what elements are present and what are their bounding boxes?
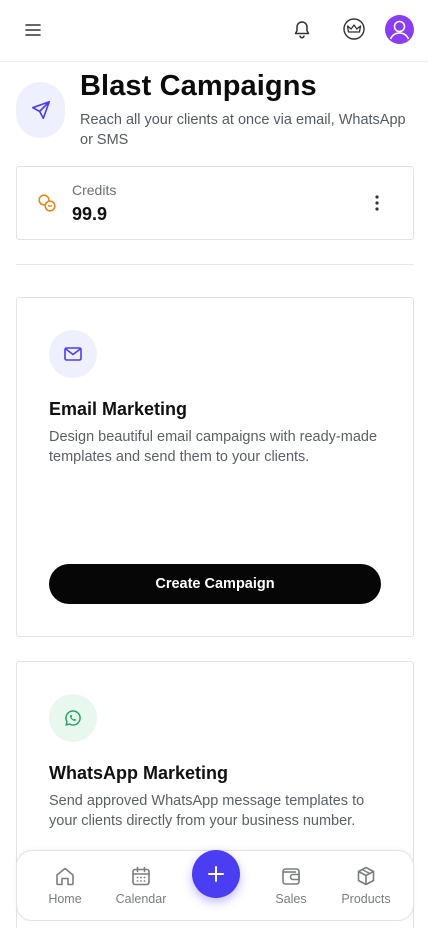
coins-icon	[37, 193, 57, 213]
nav-item-home[interactable]: Home	[30, 865, 100, 906]
nav-item-products[interactable]: Products	[331, 865, 401, 906]
nav-label: Home	[48, 892, 82, 906]
calendar-icon	[132, 866, 150, 886]
page-subtitle: Reach all your clients at once via email…	[80, 112, 406, 148]
mail-icon	[49, 330, 97, 378]
card-description: Send approved WhatsApp message templates…	[49, 793, 365, 829]
crown-icon[interactable]	[342, 17, 366, 41]
create-campaign-button[interactable]: Create Campaign	[49, 564, 381, 604]
card-title: Email Marketing	[49, 399, 188, 419]
bottom-nav: Home Calendar Sales Products	[16, 850, 414, 921]
avatar[interactable]	[385, 15, 414, 44]
home-icon	[56, 867, 74, 886]
nav-label: Products	[341, 892, 391, 906]
nav-item-sales[interactable]: Sales	[256, 865, 326, 906]
plus-icon	[208, 866, 224, 882]
hamburger-menu-icon[interactable]	[22, 19, 44, 41]
campaign-card-email: Email Marketing Design beautiful email c…	[16, 297, 414, 637]
page-title: Blast Campaigns	[80, 70, 317, 102]
credits-label: Credits	[72, 182, 117, 198]
send-icon	[16, 82, 65, 138]
more-options-icon[interactable]	[367, 191, 387, 215]
whatsapp-icon	[49, 694, 97, 742]
wallet-icon	[282, 868, 300, 885]
user-icon	[389, 20, 410, 40]
card-title: WhatsApp Marketing	[49, 763, 229, 783]
nav-label: Sales	[275, 892, 307, 906]
nav-label: Calendar	[115, 892, 167, 906]
bell-icon[interactable]	[290, 18, 314, 42]
add-button[interactable]	[192, 850, 240, 898]
divider	[16, 264, 414, 265]
credits-card: Credits 99.9	[16, 166, 414, 240]
credits-value: 99.9	[72, 204, 108, 224]
card-description: Design beautiful email campaigns with re…	[49, 429, 378, 465]
nav-item-calendar[interactable]: Calendar	[106, 865, 176, 906]
top-bar	[0, 0, 428, 62]
box-icon	[357, 866, 375, 886]
